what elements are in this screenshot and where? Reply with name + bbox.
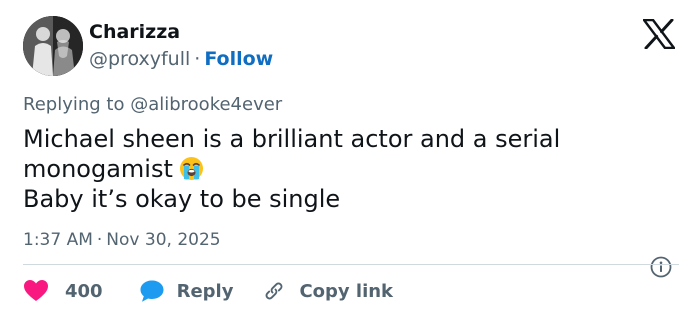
author-handle[interactable]: @proxyfull <box>89 48 190 70</box>
author-name[interactable]: Charizza <box>89 20 180 44</box>
tweet-text: Michael sheen is a brilliant actor and a… <box>23 124 673 214</box>
follow-button[interactable]: Follow <box>204 48 273 70</box>
author-handle-row: @proxyfull · Follow <box>89 47 273 71</box>
tweet-date[interactable]: Nov 30, 2025 <box>106 230 220 250</box>
tweet-line-1: Michael sheen is a brilliant actor and a… <box>23 125 561 153</box>
tweet-line-2: monogamist <box>23 155 173 183</box>
tweet-line-2-wrapper: monogamist <box>23 154 673 184</box>
link-icon <box>265 282 283 300</box>
info-icon[interactable] <box>650 256 672 278</box>
reply-label: Reply <box>176 280 234 302</box>
timestamp[interactable]: 1:37 AM · Nov 30, 2025 <box>23 228 221 252</box>
heart-icon <box>24 280 48 301</box>
like-button[interactable]: 400 <box>23 279 103 303</box>
handle-separator: · <box>194 48 201 70</box>
action-bar: 400 Reply Copy link <box>23 276 393 306</box>
tweet-card: Charizza @proxyfull · Follow Replying to @… <box>0 0 700 318</box>
copy-link-label: Copy link <box>299 280 394 302</box>
tweet-time[interactable]: 1:37 AM <box>23 230 93 250</box>
speech-bubble-icon <box>140 280 164 302</box>
x-logo-icon[interactable] <box>642 18 676 50</box>
divider <box>23 264 679 265</box>
avatar[interactable] <box>23 16 83 76</box>
reply-button[interactable]: Reply <box>139 279 234 303</box>
timestamp-separator: · <box>96 230 103 250</box>
copy-link-button[interactable]: Copy link <box>263 280 393 302</box>
avatar-photo <box>23 16 83 76</box>
like-count: 400 <box>65 280 103 302</box>
loudly-crying-face-emoji-icon <box>179 156 204 181</box>
tweet-line-3: Baby it’s okay to be single <box>23 185 341 213</box>
replying-to[interactable]: Replying to @alibrooke4ever <box>23 93 282 117</box>
